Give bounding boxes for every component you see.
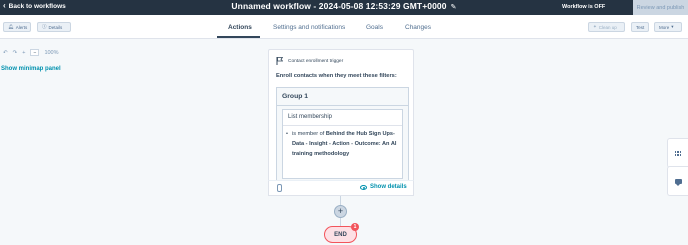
filter-condition: • is member of Behind the Hub Sign Ups-Da… [286,129,398,159]
show-details-link[interactable]: Show details [360,184,407,190]
filter-prefix: is member of [292,131,326,137]
sub-toolbar: 🔔︎ Alerts ⓘ Details Actions Settings and… [0,15,688,39]
workflow-status: Workflow is OFF [562,4,606,10]
show-details-label: Show details [370,184,407,190]
test-label: Test [636,24,645,30]
flag-icon [276,57,283,65]
sparkle-icon: ✦ [593,24,597,29]
grid-icon [674,150,682,156]
trigger-card-footer: Show details [268,180,414,196]
tab-actions[interactable]: Actions [228,24,252,31]
clean-up-button[interactable]: ✦ Clean up [588,22,625,32]
chat-icon [674,178,682,186]
tab-goals[interactable]: Goals [366,24,383,31]
clean-up-label: Clean up [598,24,617,30]
eye-icon [360,184,367,190]
chevron-down-icon: ▾ [671,24,674,29]
more-label: More [659,24,670,30]
add-action-button[interactable]: + [334,205,347,218]
trigger-header: Contact enrollment trigger [276,57,343,65]
group-divider [277,105,408,106]
more-button[interactable]: More ▾ [654,22,682,32]
workflow-title-text: Unnamed workflow - 2024-05-08 12:53:29 G… [231,1,447,11]
enrollment-trigger-card[interactable]: Contact enrollment trigger Enroll contac… [268,49,414,196]
filter-divider [283,125,402,126]
pencil-icon[interactable]: ✎ [451,3,457,11]
undo-icon[interactable]: ↶ [3,50,8,56]
zoom-level: 100% [44,49,59,56]
enroll-description: Enroll contacts when they meet these fil… [276,73,397,79]
filter-title: List membership [288,114,333,120]
filter-box: List membership • is member of Behind the… [282,109,403,179]
zoom-in-icon[interactable]: + [22,50,25,56]
redo-icon[interactable]: ↷ [13,50,18,56]
zoom-out-button[interactable]: − [30,49,40,56]
side-panel-chat-tab[interactable] [667,166,688,196]
bullet-icon: • [286,131,288,137]
review-and-publish-button[interactable]: Review and publish [633,0,688,15]
top-bar: ‹ Back to workflows Unnamed workflow - 2… [0,0,688,15]
tab-changes[interactable]: Changes [405,24,431,31]
filter-group: Group 1 List membership • is member of Be… [276,87,409,186]
test-button[interactable]: Test [631,22,649,32]
tab-bar: Actions Settings and notifications Goals… [0,15,688,39]
trigger-header-label: Contact enrollment trigger [288,58,344,64]
active-tab-indicator [217,36,260,38]
end-count-badge: 1 [351,223,359,231]
canvas-controls: ↶ ↷ + − 100% [3,49,59,56]
side-panel-grid-tab[interactable] [667,138,688,168]
tab-settings-and-notifications[interactable]: Settings and notifications [273,24,345,31]
show-minimap-link[interactable]: Show minimap panel [1,66,61,72]
clipboard-icon[interactable] [277,184,282,192]
group-title: Group 1 [282,93,309,100]
